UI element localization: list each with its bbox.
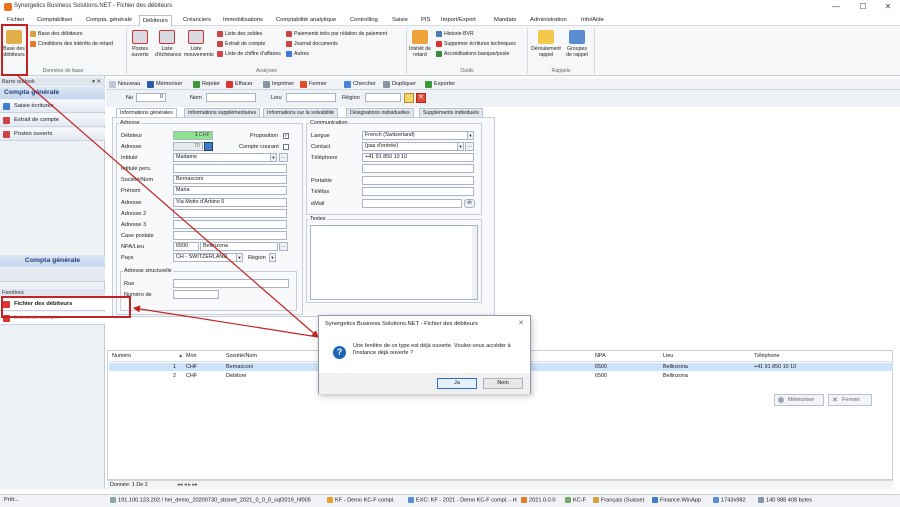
- dialog-message: Une fenêtre de ce type est déjà ouverte.…: [353, 343, 511, 356]
- yes-button[interactable]: Ja: [437, 378, 477, 389]
- question-icon: ?: [333, 346, 346, 359]
- arrow-to-dialog: [17, 75, 319, 338]
- confirm-dialog: Synergetics Business Solutions.NET - Fic…: [318, 315, 531, 394]
- dialog-close-button[interactable]: ✕: [518, 319, 524, 327]
- no-button[interactable]: Nein: [483, 378, 523, 389]
- annotation-arrows: [17, 75, 319, 338]
- dialog-footer: Ja Nein: [319, 373, 530, 394]
- dialog-title: Synergetics Business Solutions.NET - Fic…: [325, 321, 478, 327]
